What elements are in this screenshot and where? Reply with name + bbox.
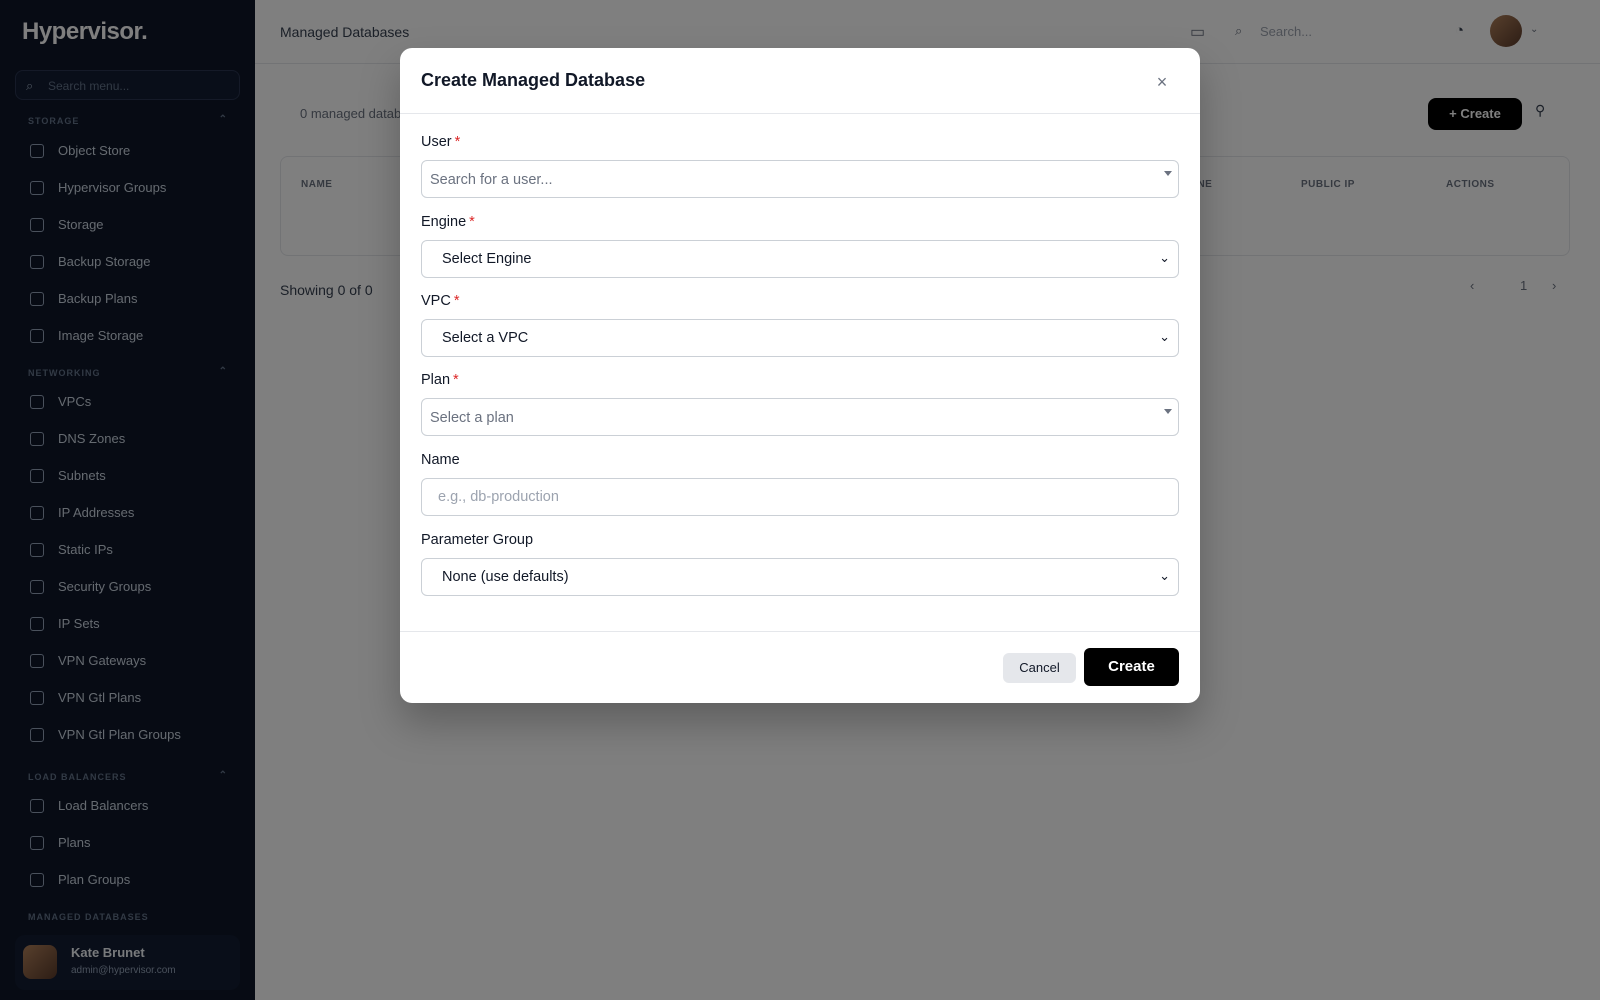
user-search-combobox[interactable]: Search for a user... [421, 160, 1179, 198]
user-search-placeholder: Search for a user... [430, 172, 553, 188]
required-marker: * [453, 372, 459, 388]
plan-search-combobox[interactable]: Select a plan [421, 398, 1179, 436]
caret-down-icon [1164, 171, 1172, 176]
engine-select-value: Select Engine [442, 251, 532, 267]
caret-down-icon [1164, 409, 1172, 414]
chevron-down-icon: ⌄ [1159, 568, 1170, 583]
modal-header: Create Managed Database × [400, 48, 1200, 114]
user-label: User * [421, 134, 461, 150]
name-input[interactable]: e.g., db-production [421, 478, 1179, 516]
name-label: Name [421, 452, 460, 468]
chevron-down-icon: ⌄ [1159, 250, 1170, 265]
engine-label: Engine * [421, 214, 475, 230]
vpc-select-value: Select a VPC [442, 330, 529, 346]
required-marker: * [453, 293, 460, 309]
modal-footer: Cancel Create [400, 631, 1200, 703]
chevron-down-icon: ⌄ [1159, 329, 1170, 344]
name-input-placeholder: e.g., db-production [438, 489, 559, 505]
parameter-group-select[interactable]: None (use defaults) ⌄ [421, 558, 1179, 596]
vpc-select[interactable]: Select a VPC ⌄ [421, 319, 1179, 357]
parameter-group-value: None (use defaults) [442, 569, 569, 585]
cancel-button[interactable]: Cancel [1003, 653, 1076, 683]
plan-label: Plan * [421, 372, 459, 388]
create-database-modal: Create Managed Database × User * Search f… [400, 48, 1200, 703]
required-marker: * [469, 214, 475, 230]
create-button[interactable]: Create [1084, 648, 1179, 686]
parameter-group-label: Parameter Group [421, 532, 534, 548]
engine-select[interactable]: Select Engine ⌄ [421, 240, 1179, 278]
plan-search-placeholder: Select a plan [430, 410, 514, 426]
close-icon[interactable]: × [1150, 70, 1174, 94]
vpc-label: VPC * [421, 293, 460, 309]
modal-title: Create Managed Database [421, 70, 646, 90]
required-marker: * [454, 134, 461, 150]
